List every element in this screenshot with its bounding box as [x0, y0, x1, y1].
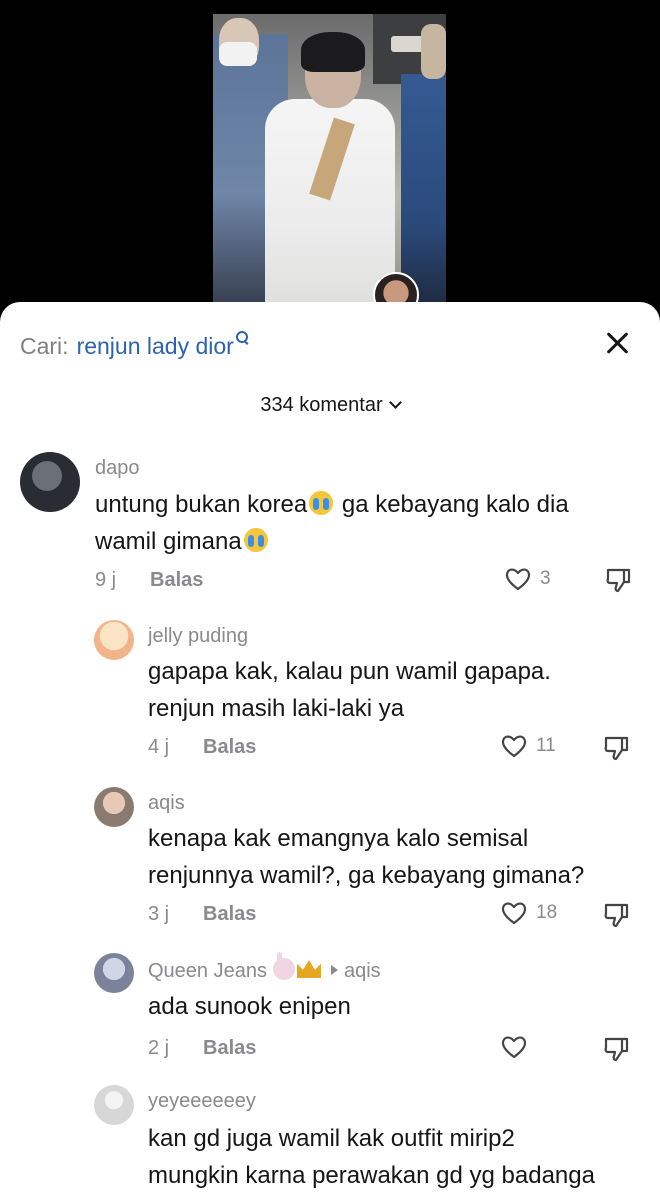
search-prefix: Cari:: [20, 332, 69, 359]
dislike-icon[interactable]: [603, 901, 631, 929]
comment-username[interactable]: dapo: [95, 457, 140, 480]
comment-meta: 9 j Balas: [95, 569, 203, 592]
heart-icon: [501, 902, 527, 925]
comment-count-label: 334 komentar: [260, 394, 383, 416]
reply-to-arrow-icon: [330, 965, 338, 975]
comments-sheet: Cari: renjun lady dior 334 komentar dapo…: [0, 302, 660, 1200]
chevron-down-icon: [388, 396, 402, 409]
search-term-link[interactable]: renjun lady dior: [77, 333, 234, 360]
comment-text-line: gapapa kak, kalau pun wamil gapapa.: [148, 658, 551, 685]
crying-emoji-icon: [309, 491, 334, 515]
like-count: 11: [536, 735, 556, 756]
like-count: 18: [536, 902, 558, 923]
comment-text: kenapa kak emangnya kalo semisal renjunn…: [148, 820, 640, 894]
close-icon[interactable]: [602, 328, 632, 358]
avatar[interactable]: [94, 787, 134, 827]
like-button[interactable]: 11: [500, 733, 556, 759]
comment-meta: 4 j Balas: [148, 736, 256, 759]
search-suggestion[interactable]: Cari: renjun lady dior: [20, 328, 248, 364]
comment-username-row: Queen Jeans aqis: [148, 952, 381, 983]
heart-icon: [501, 1036, 527, 1059]
comment-username[interactable]: Queen Jeans: [148, 960, 267, 982]
comment-username[interactable]: yeyeeeeeey: [148, 1090, 256, 1113]
rabbit-emoji-icon: [272, 952, 295, 980]
comment-time: 9 j: [95, 569, 117, 591]
reply-button[interactable]: Balas: [203, 736, 256, 759]
video-frame: [213, 14, 446, 320]
comment-text: gapapa kak, kalau pun wamil gapapa. renj…: [148, 653, 640, 727]
reply-to-username[interactable]: aqis: [344, 960, 381, 982]
video-person-left-mask: [219, 42, 257, 66]
reply-button[interactable]: Balas: [203, 1037, 256, 1060]
heart-icon: [501, 735, 527, 758]
comment-username[interactable]: aqis: [148, 792, 185, 815]
comment-time: 3 j: [148, 903, 170, 925]
comment-text: untung bukan korea ga kebayang kalo dia …: [95, 486, 640, 560]
dislike-icon[interactable]: [603, 1035, 631, 1063]
comment-text: ada sunook enipen: [148, 988, 640, 1025]
avatar[interactable]: [94, 1085, 134, 1125]
video-player[interactable]: [0, 0, 660, 320]
comment-text-line: mungkin karna perawakan gd yg badanga: [148, 1162, 595, 1189]
comment-text-line: kenapa kak emangnya kalo semisal: [148, 825, 529, 852]
comment-text-part: wamil gimana: [95, 528, 242, 555]
comment-text-line: kan gd juga wamil kak outfit mirip2: [148, 1125, 515, 1152]
reply-button[interactable]: Balas: [203, 903, 256, 926]
comment-text-part: untung bukan korea: [95, 491, 308, 518]
heart-icon: [505, 568, 531, 591]
comment-count-dropdown[interactable]: 334 komentar: [0, 394, 660, 417]
like-button[interactable]: 18: [500, 900, 557, 926]
dislike-icon[interactable]: [605, 566, 633, 594]
video-main-person-hair: [301, 32, 365, 72]
comment-time: 4 j: [148, 736, 170, 758]
like-button[interactable]: [500, 1034, 536, 1060]
video-background-detail: [391, 36, 425, 52]
crying-emoji-icon: [243, 528, 268, 552]
comment-text-line: renjunnya wamil?, ga kebayang gimana?: [148, 862, 585, 889]
avatar[interactable]: [94, 620, 134, 660]
like-count: 3: [540, 568, 551, 589]
like-button[interactable]: 3: [504, 566, 551, 592]
comment-username[interactable]: jelly puding: [148, 625, 248, 648]
video-person-right-head: [421, 24, 446, 79]
comment-text-part: ga kebayang kalo dia: [335, 491, 569, 518]
comment-text-line: renjun masih laki-laki ya: [148, 695, 405, 722]
dislike-icon[interactable]: [603, 734, 631, 762]
comment-meta: 2 j Balas: [148, 1037, 256, 1060]
search-icon: [235, 331, 248, 345]
crown-emoji-icon: [296, 960, 321, 978]
avatar[interactable]: [94, 953, 134, 993]
avatar[interactable]: [20, 452, 80, 512]
reply-button[interactable]: Balas: [150, 569, 203, 592]
comment-meta: 3 j Balas: [148, 903, 256, 926]
comment-time: 2 j: [148, 1037, 170, 1059]
comment-text-line: ada sunook enipen: [148, 993, 351, 1020]
comment-text: kan gd juga wamil kak outfit mirip2 mung…: [148, 1120, 640, 1194]
